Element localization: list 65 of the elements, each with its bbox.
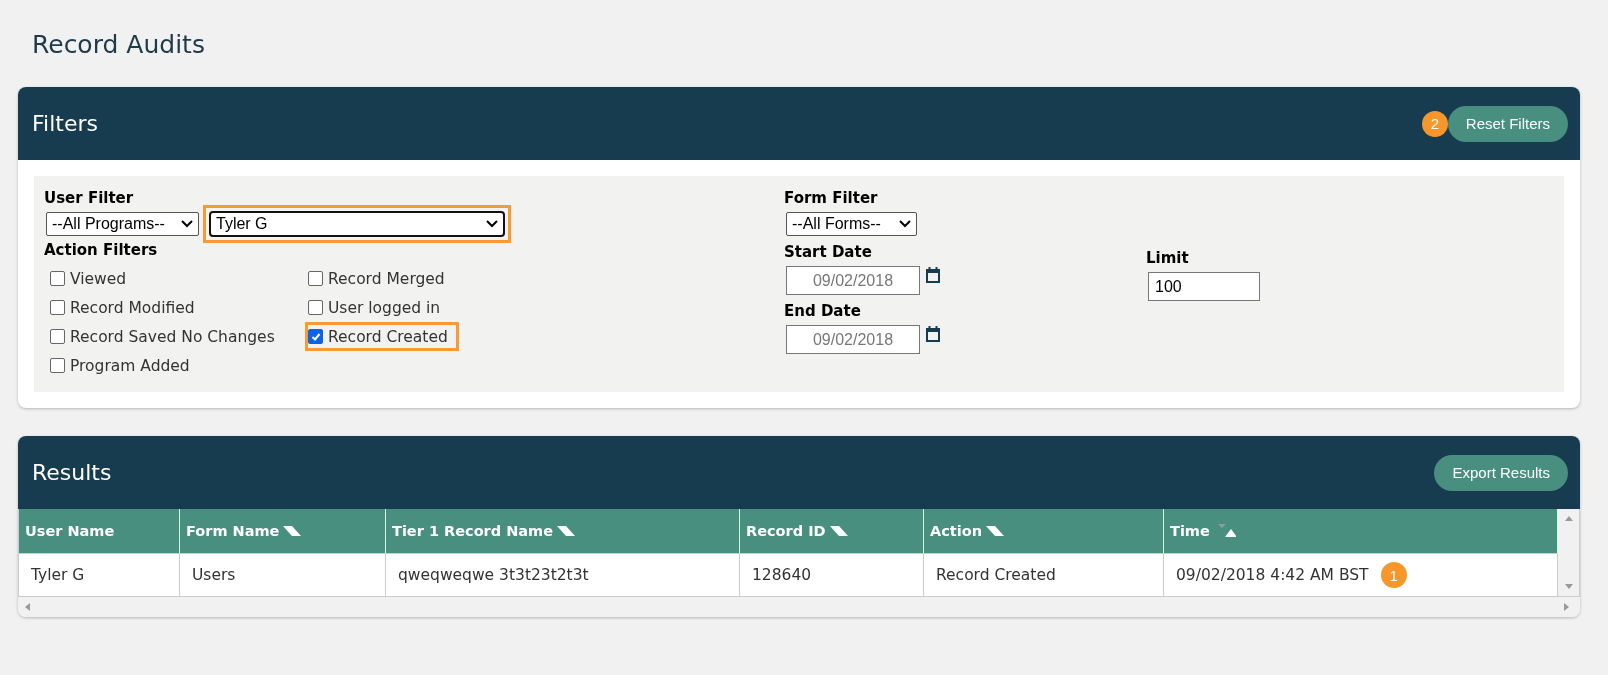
- checkbox-option[interactable]: Record Created: [305, 322, 459, 351]
- user-select[interactable]: Tyler G: [209, 211, 505, 237]
- checkbox[interactable]: [50, 271, 65, 286]
- export-results-button[interactable]: Export Results: [1434, 454, 1568, 491]
- form-select[interactable]: --All Forms--: [786, 212, 917, 236]
- sort-icon[interactable]: [829, 525, 848, 537]
- field-label: Limit: [1146, 249, 1190, 267]
- sort-icon[interactable]: [986, 525, 1004, 537]
- field-label: Start Date: [784, 243, 873, 261]
- table-cell: Record Created: [924, 553, 1164, 596]
- checkbox-option[interactable]: Record Saved No Changes: [47, 322, 286, 351]
- column-label: Tier 1 Record Name: [392, 523, 554, 539]
- end-date-field[interactable]: 09/02/2018: [786, 325, 920, 354]
- chevron-down-icon: [899, 220, 911, 228]
- checkbox-option[interactable]: Program Added: [47, 351, 201, 380]
- cell-text: 09/02/2018 4:42 AM BST: [1176, 566, 1369, 584]
- field-label: Form Filter: [784, 189, 879, 207]
- field-label: Action Filters: [44, 241, 159, 259]
- chevron-down-icon: [486, 220, 498, 228]
- field-label: End Date: [784, 302, 862, 320]
- checkbox[interactable]: [50, 300, 65, 315]
- scroll-up-icon[interactable]: [1564, 515, 1573, 523]
- limit-field[interactable]: 100: [1148, 272, 1260, 301]
- table-cell: Users: [180, 553, 386, 596]
- panel-title: Filters: [32, 111, 98, 136]
- column-label: Record ID: [746, 523, 826, 539]
- column-header[interactable]: Action: [924, 509, 1164, 553]
- program-select[interactable]: --All Programs--: [46, 212, 199, 236]
- checkbox[interactable]: [50, 358, 65, 373]
- column-header[interactable]: Tier 1 Record Name: [386, 509, 740, 553]
- calendar-icon[interactable]: [924, 325, 942, 343]
- step-badge: 2: [1421, 110, 1448, 137]
- column-label: Form Name: [186, 523, 280, 539]
- sort-icon[interactable]: [557, 525, 576, 537]
- column-label: Action: [930, 523, 982, 539]
- checkbox[interactable]: [308, 300, 323, 315]
- reset-filters-button[interactable]: Reset Filters: [1447, 105, 1568, 142]
- scroll-down-icon[interactable]: [1564, 582, 1573, 590]
- vertical-scrollbar[interactable]: [1558, 509, 1579, 596]
- checkbox[interactable]: [308, 271, 323, 286]
- column-label: Time: [1170, 523, 1210, 539]
- table-cell: 128640: [740, 553, 924, 596]
- sort-icon[interactable]: [283, 525, 302, 537]
- step-badge: 1: [1380, 562, 1407, 588]
- calendar-icon[interactable]: [924, 266, 942, 284]
- checkbox-option[interactable]: Viewed: [47, 264, 138, 293]
- checkbox[interactable]: [308, 329, 323, 344]
- column-label: User Name: [25, 523, 115, 539]
- page-title: Record Audits: [32, 30, 206, 59]
- scroll-right-icon[interactable]: [1562, 603, 1570, 611]
- checkbox-option[interactable]: Record Modified: [47, 293, 206, 322]
- column-header[interactable]: Record ID: [740, 509, 924, 553]
- panel-title: Results: [32, 460, 112, 485]
- column-header[interactable]: Time: [1164, 509, 1558, 553]
- chevron-down-icon: [181, 220, 193, 228]
- checkbox-option[interactable]: Record Merged: [305, 264, 456, 293]
- column-header[interactable]: User Name: [19, 509, 180, 553]
- field-label: User Filter: [44, 189, 135, 207]
- scroll-left-icon[interactable]: [24, 603, 32, 611]
- checkbox[interactable]: [50, 329, 65, 344]
- table-cell: Tyler G: [19, 553, 180, 596]
- start-date-field[interactable]: 09/02/2018: [786, 266, 920, 295]
- column-header[interactable]: Form Name: [180, 509, 386, 553]
- checkbox-option[interactable]: User logged in: [305, 293, 452, 322]
- table-cell: qweqweqwe 3t3t23t2t3t: [386, 553, 740, 596]
